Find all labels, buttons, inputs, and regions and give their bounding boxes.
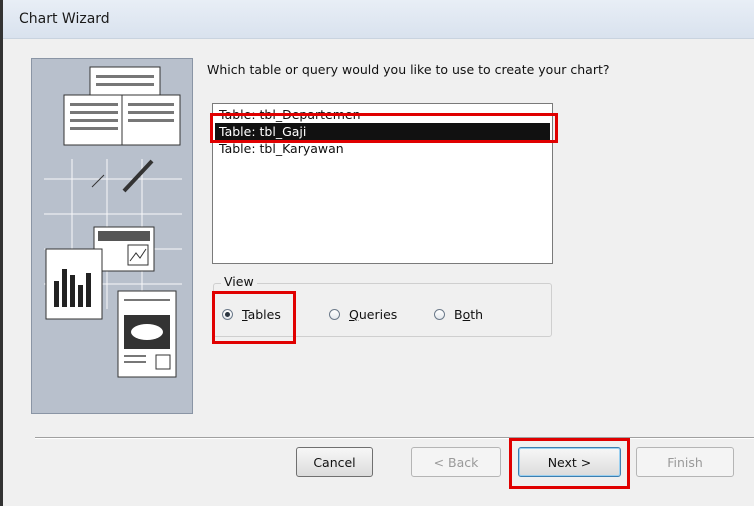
cancel-button[interactable]: Cancel bbox=[296, 447, 373, 477]
radio-tables[interactable]: Tables bbox=[222, 307, 281, 322]
radio-checked-icon bbox=[222, 309, 233, 320]
view-legend: View bbox=[221, 274, 257, 289]
next-button[interactable]: Next > bbox=[518, 447, 621, 477]
chart-wizard-illustration-icon bbox=[44, 66, 182, 378]
radio-unchecked-icon bbox=[329, 309, 340, 320]
radio-both-label: Both bbox=[454, 307, 484, 322]
radio-both[interactable]: Both bbox=[434, 307, 483, 322]
list-item[interactable]: Table: tbl_Karyawan bbox=[215, 140, 550, 157]
wizard-prompt: Which table or query would you like to u… bbox=[207, 62, 610, 77]
wizard-illustration bbox=[31, 58, 193, 414]
radio-tables-label: Tables bbox=[242, 307, 281, 322]
title-bar[interactable]: Chart Wizard bbox=[3, 0, 754, 39]
chart-wizard-dialog: Chart Wizard Which table or query would … bbox=[0, 0, 754, 506]
window-title: Chart Wizard bbox=[19, 11, 110, 27]
radio-queries-label: Queries bbox=[349, 307, 398, 322]
table-query-listbox[interactable]: Table: tbl_Departemen Table: tbl_Gaji Ta… bbox=[212, 103, 553, 264]
radio-queries[interactable]: Queries bbox=[329, 307, 397, 322]
list-item[interactable]: Table: tbl_Departemen bbox=[215, 106, 550, 123]
back-button[interactable]: < Back bbox=[411, 447, 501, 477]
separator bbox=[35, 437, 754, 439]
finish-button[interactable]: Finish bbox=[636, 447, 734, 477]
radio-unchecked-icon bbox=[434, 309, 445, 320]
list-item-selected[interactable]: Table: tbl_Gaji bbox=[215, 123, 550, 140]
